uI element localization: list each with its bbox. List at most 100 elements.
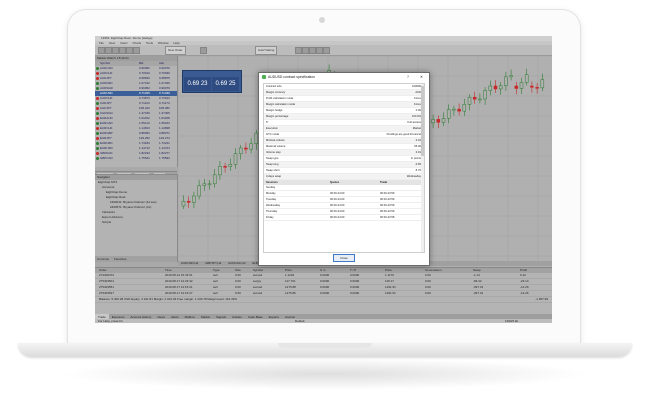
row-bid: 1.75541 [139,156,150,160]
session-trade: 00:00-23:59 [380,198,395,201]
order-cell: -23.14 [520,279,529,283]
session-trade: 00:00-23:59 [380,192,395,195]
balance-total: -1 657.99 [535,297,548,301]
order-cell: 0.00 [425,285,431,289]
order-cell: 0.0000 [320,285,330,289]
tick-direction-icon [96,147,99,150]
autotrading-button[interactable]: AutoTrading [255,46,278,55]
terminal-panel: Order Time Type Size Symbol Price S / LT / P Pr… [95,267,552,320]
session-day: Sunday [266,186,276,189]
dialog-scrollbar[interactable] [421,84,424,252]
tick-direction-icon [96,107,99,110]
candle-body [493,85,498,90]
tick-direction-icon [96,157,99,160]
spec-key: Margin hedge [266,109,283,112]
spec-key: Volume step [266,151,281,154]
candle-body [452,108,456,111]
metaeditor-icon[interactable] [200,47,207,54]
order-cell: 0.0000 [350,273,360,277]
session-row: Friday 00:00-24:00 00:00-23:58 [264,215,424,221]
tick-direction-icon [96,77,99,80]
candle-body [244,147,248,150]
session-quotes: 00:00-24:00 [330,192,345,195]
navigator-panel: Navigator EightCap MT4 Accounts EightCap… [95,174,178,262]
tick-direction-icon [96,152,99,155]
status-memory: 1360/3 kb [505,319,519,323]
data-window-icon[interactable] [119,47,126,54]
balance-row: Balance: 5 300.28 USD Equity: 3 231.81 M… [95,297,552,303]
order-cell: 0.00 [425,273,431,277]
buy-price-button[interactable]: 0.69 25 [212,77,239,91]
market-watch-row[interactable]: GBPCAD 1.75541 1.75593 [95,156,177,161]
navigator-icon[interactable] [126,47,133,54]
order-cell: 0.0000 [320,273,330,277]
main-toolbar: New Order AutoTrading [95,45,552,56]
spec-value: Wednesday [406,175,421,178]
candle-body [197,185,201,197]
candle-body [192,195,196,203]
order-cell: -12.26 [520,291,529,295]
order-cell: 0.00 [235,273,241,277]
order-cell: 115.17 [385,279,394,283]
order-cell: 0.00 [235,291,241,295]
candle-body [524,74,529,83]
candle-body [467,97,472,105]
candle-body [207,183,212,186]
help-icon[interactable]: ? [407,73,409,81]
chart-tab-2[interactable]: GBPJPY,H4 [202,261,224,265]
chart-tab-1[interactable]: AUDUSD,H4 [178,261,201,265]
order-cell: 0.0000 [350,279,360,283]
profiles-icon[interactable] [105,47,112,54]
order-cell: 275404501 [99,279,115,283]
spec-key: Margin percentage [266,115,289,118]
close-button[interactable]: Close [333,254,355,262]
candlestick-icon[interactable] [302,47,309,54]
candle-body [498,85,503,90]
tab-favorites[interactable]: Favorites [114,257,126,261]
chart-tab-3[interactable]: AUDCAD,H4 [225,261,248,265]
dialog-titlebar: AUDUSD contract specification ? ✕ [259,73,429,81]
order-cell: 0.0000 [350,291,360,295]
order-cell: 275403527 [99,291,115,295]
row-ask: 1.75593 [159,156,170,160]
spec-key: Maximal volume [266,145,286,148]
candle-body [472,97,477,100]
candle-body [228,163,233,167]
order-cell: 274400472 [99,273,115,277]
close-icon[interactable]: ✕ [420,73,423,81]
terminal-icon[interactable] [133,47,140,54]
line-chart-icon[interactable] [309,47,316,54]
candle-body [462,104,467,112]
nav-scripts[interactable]: Scripts [95,220,177,225]
order-cell: 1.1176 [385,273,394,277]
tab-common[interactable]: Common [97,257,109,261]
candle-body [509,75,513,78]
new-order-button[interactable]: New Order [165,46,186,55]
session-quotes: 00:00-24:00 [330,198,345,201]
tick-direction-icon [96,72,99,75]
order-cell: 117.701 [285,279,296,283]
candle-body [186,200,191,203]
bar-chart-icon[interactable] [295,47,302,54]
webcam [319,17,325,23]
session-quotes: 00:00-24:00 [330,204,345,207]
session-day: Thursday [266,210,278,213]
tick-direction-icon [96,87,99,90]
candle-body [441,118,446,123]
tick-direction-icon [96,102,99,105]
spec-key: Contract size [266,85,282,88]
order-cell: 0.00 [425,279,431,283]
spec-key: 3-days swap [266,175,282,178]
spec-value: Forex [414,103,421,106]
new-chart-icon[interactable] [98,47,105,54]
zoom-in-icon[interactable] [316,47,323,54]
sell-price-button[interactable]: 0.69 23 [184,77,211,91]
market-watch-panel: Market Watch: 15:43:21 Symbol Bid Ask AU… [95,56,178,178]
market-watch-icon[interactable] [112,47,119,54]
order-cell: sell [213,279,218,283]
spec-key: Profit calculation mode [266,97,294,100]
candle-body [238,147,243,154]
zoom-out-icon[interactable] [323,47,330,54]
scrollbar-thumb[interactable] [421,86,424,156]
session-quotes: 00:00-24:00 [330,216,345,219]
